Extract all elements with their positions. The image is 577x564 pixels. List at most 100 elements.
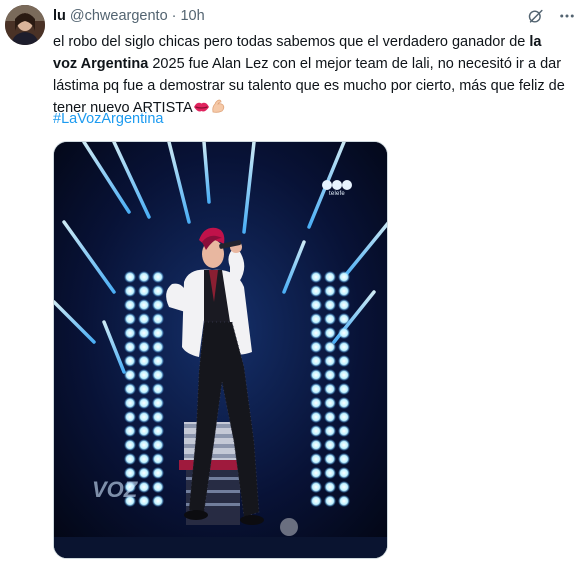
stage-light xyxy=(152,467,164,479)
stage-light xyxy=(124,355,136,367)
stage-light xyxy=(310,341,322,353)
stage-light xyxy=(138,355,150,367)
stage-light xyxy=(338,285,350,297)
stage-light xyxy=(324,383,336,395)
stage-light xyxy=(124,299,136,311)
display-name[interactable]: lu xyxy=(53,8,66,24)
stage-light xyxy=(324,285,336,297)
stage-light xyxy=(152,313,164,325)
stage-light xyxy=(124,383,136,395)
stage-light xyxy=(124,285,136,297)
tweet-media-photo[interactable]: VOZ telefe xyxy=(53,141,388,559)
stage-light xyxy=(324,481,336,493)
stage-light xyxy=(310,411,322,423)
grok-icon[interactable] xyxy=(526,7,544,25)
stage-light xyxy=(138,411,150,423)
stage-light xyxy=(152,341,164,353)
stage-light xyxy=(124,271,136,283)
stage-light xyxy=(310,425,322,437)
stage-light xyxy=(338,327,350,339)
stage-light xyxy=(152,425,164,437)
stage-light xyxy=(124,411,136,423)
header-actions xyxy=(526,7,576,25)
stage-light xyxy=(310,355,322,367)
stage-light xyxy=(324,411,336,423)
stage-light xyxy=(138,369,150,381)
stage-light xyxy=(138,495,150,507)
tweet-header: lu @chweargento · 10h xyxy=(53,8,205,26)
stage-light xyxy=(338,453,350,465)
more-icon[interactable] xyxy=(558,7,576,25)
stage-light xyxy=(324,341,336,353)
stage-light xyxy=(138,481,150,493)
stage-light xyxy=(338,299,350,311)
hashtag-link[interactable]: #LaVozArgentina xyxy=(53,108,163,130)
stage-light xyxy=(124,341,136,353)
stage-light xyxy=(324,467,336,479)
stage-light xyxy=(310,467,322,479)
stage-light xyxy=(338,439,350,451)
stage-light xyxy=(338,341,350,353)
stage-light xyxy=(138,467,150,479)
stage-light xyxy=(124,313,136,325)
stage-light xyxy=(310,271,322,283)
stage-light xyxy=(138,439,150,451)
stage-light xyxy=(324,495,336,507)
stage-light xyxy=(324,397,336,409)
stage-light xyxy=(152,369,164,381)
separator-dot: · xyxy=(171,8,177,24)
stage-light xyxy=(324,453,336,465)
user-handle[interactable]: @chweargento xyxy=(70,8,168,24)
stage-light xyxy=(138,285,150,297)
stage-light xyxy=(152,495,164,507)
stage-light xyxy=(138,313,150,325)
avatar[interactable] xyxy=(5,5,45,45)
stage-light xyxy=(138,397,150,409)
stage-light xyxy=(338,495,350,507)
stage-light xyxy=(152,411,164,423)
stage-light xyxy=(310,453,322,465)
stage-light xyxy=(338,411,350,423)
stage-light xyxy=(324,271,336,283)
stage-light xyxy=(338,383,350,395)
stage-light xyxy=(138,271,150,283)
stage-light xyxy=(152,481,164,493)
stage-light xyxy=(324,369,336,381)
stage-light xyxy=(338,425,350,437)
stage-light xyxy=(138,327,150,339)
stage-light xyxy=(310,369,322,381)
stage-light xyxy=(124,439,136,451)
timestamp[interactable]: 10h xyxy=(180,8,204,24)
stage-light xyxy=(152,285,164,297)
stage-light xyxy=(138,425,150,437)
stage-light xyxy=(310,383,322,395)
stage-light xyxy=(324,299,336,311)
stage-light xyxy=(138,341,150,353)
stage-light xyxy=(324,355,336,367)
stage-logo-text: VOZ xyxy=(92,477,139,502)
stage-light xyxy=(338,481,350,493)
stage-light xyxy=(310,439,322,451)
flexed-biceps-emoji xyxy=(210,98,226,121)
stage-light xyxy=(310,397,322,409)
stage-light xyxy=(152,327,164,339)
tweet-text-part1: el robo del siglo chicas pero todas sabe… xyxy=(53,34,530,50)
kiss-mark-emoji xyxy=(193,99,210,121)
stage-light xyxy=(138,453,150,465)
stage-light xyxy=(338,369,350,381)
stage-light xyxy=(152,383,164,395)
stage-light xyxy=(310,481,322,493)
stage-light xyxy=(310,285,322,297)
tweet-card[interactable]: lu @chweargento · 10h el robo del siglo … xyxy=(0,0,577,564)
stage-light xyxy=(338,467,350,479)
stage-light xyxy=(310,495,322,507)
stage-light xyxy=(124,397,136,409)
stage-light xyxy=(152,397,164,409)
stage-light xyxy=(324,313,336,325)
stage-light xyxy=(152,271,164,283)
stage-light xyxy=(152,355,164,367)
stage-light xyxy=(138,383,150,395)
stage-light xyxy=(124,369,136,381)
telefe-watermark: telefe xyxy=(320,179,354,197)
stage-light xyxy=(338,271,350,283)
